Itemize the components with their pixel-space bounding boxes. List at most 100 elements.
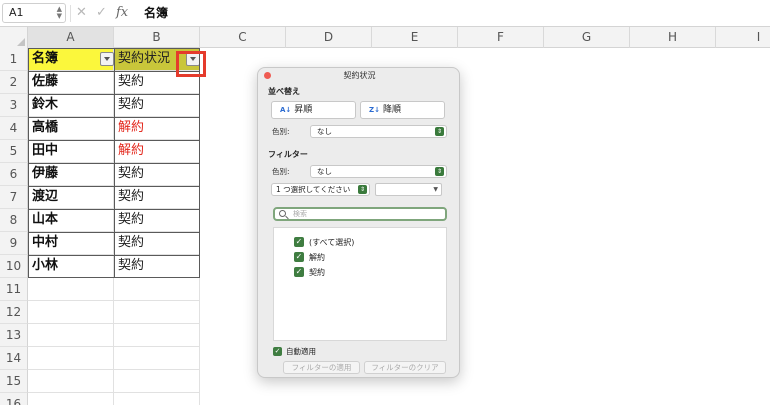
checkbox-checked-icon[interactable]: ✓ bbox=[294, 237, 304, 247]
table-divider bbox=[28, 140, 200, 141]
row-header[interactable]: 14 bbox=[0, 347, 28, 370]
cell-b[interactable]: 契約 bbox=[114, 163, 200, 186]
cell-b[interactable] bbox=[114, 393, 200, 405]
row-header[interactable]: 15 bbox=[0, 370, 28, 393]
column-header-d[interactable]: D bbox=[286, 27, 372, 48]
row-header[interactable]: 7 bbox=[0, 186, 28, 209]
formula-bar: A1 ▲ ▼ ✕ ✓ fx 名簿 bbox=[0, 0, 770, 27]
checkbox-checked-icon[interactable]: ✓ bbox=[294, 267, 304, 277]
row-header[interactable]: 2 bbox=[0, 71, 28, 94]
name-box[interactable]: A1 ▲ ▼ bbox=[2, 3, 66, 23]
cell-a[interactable] bbox=[28, 370, 114, 393]
checkbox-checked-icon[interactable]: ✓ bbox=[294, 252, 304, 262]
cancel-icon[interactable]: ✕ bbox=[76, 4, 87, 22]
checkbox-checked-icon[interactable]: ✓ bbox=[273, 347, 282, 356]
filter-dropdown-icon[interactable] bbox=[100, 52, 114, 66]
row-header[interactable]: 10 bbox=[0, 255, 28, 278]
row-header[interactable]: 6 bbox=[0, 163, 28, 186]
cell-a[interactable] bbox=[28, 278, 114, 301]
cell-a[interactable] bbox=[28, 301, 114, 324]
filter-color-value: なし bbox=[317, 167, 332, 176]
column-header-f[interactable]: F bbox=[458, 27, 544, 48]
select-all-corner[interactable] bbox=[0, 27, 28, 48]
filter-color-label: 色別: bbox=[272, 167, 290, 176]
row-header[interactable]: 5 bbox=[0, 140, 28, 163]
cell-a[interactable]: 鈴木 bbox=[28, 94, 114, 117]
column-header-a[interactable]: A bbox=[28, 27, 114, 48]
row-header[interactable]: 9 bbox=[0, 232, 28, 255]
search-input[interactable]: 検索 bbox=[273, 207, 447, 221]
function-icon[interactable]: fx bbox=[116, 4, 128, 22]
table-divider bbox=[28, 117, 200, 118]
dialog-title: 契約状況 bbox=[343, 71, 376, 80]
row-header[interactable]: 11 bbox=[0, 278, 28, 301]
column-header-h[interactable]: H bbox=[630, 27, 716, 48]
clear-filter-button[interactable]: フィルターのクリア bbox=[364, 361, 446, 374]
cell-a[interactable]: 中村 bbox=[28, 232, 114, 255]
sort-color-select[interactable]: なし ⇕ bbox=[310, 125, 447, 138]
cell-text: 契約状況 bbox=[118, 51, 171, 66]
cell-a[interactable] bbox=[28, 324, 114, 347]
cell-b[interactable]: 解約 bbox=[114, 140, 200, 163]
cell-b[interactable]: 契約 bbox=[114, 186, 200, 209]
list-item-label: (すべて選択) bbox=[309, 238, 355, 247]
row-header[interactable]: 16 bbox=[0, 393, 28, 405]
search-icon bbox=[279, 210, 286, 217]
name-box-value: A1 bbox=[9, 6, 24, 19]
sort-descending-button[interactable]: Z↓ 降順 bbox=[360, 101, 445, 119]
cell-a[interactable]: 田中 bbox=[28, 140, 114, 163]
row-header[interactable]: 1 bbox=[0, 48, 28, 71]
cell-a[interactable]: 高橋 bbox=[28, 117, 114, 140]
cell-a[interactable]: 佐藤 bbox=[28, 71, 114, 94]
table-divider bbox=[28, 209, 200, 210]
name-box-stepper-icon[interactable]: ▲ ▼ bbox=[57, 6, 62, 20]
cell-a[interactable]: 渡辺 bbox=[28, 186, 114, 209]
cell-b[interactable] bbox=[114, 347, 200, 370]
apply-filter-button[interactable]: フィルターの適用 bbox=[283, 361, 360, 374]
cell-a[interactable]: 小林 bbox=[28, 255, 114, 278]
row-header[interactable]: 12 bbox=[0, 301, 28, 324]
confirm-icon[interactable]: ✓ bbox=[96, 4, 107, 22]
sort-descending-icon: Z↓ bbox=[369, 106, 380, 114]
row-header[interactable]: 8 bbox=[0, 209, 28, 232]
column-header-g[interactable]: G bbox=[544, 27, 630, 48]
table-divider bbox=[28, 186, 200, 187]
cell-b[interactable]: 契約 bbox=[114, 209, 200, 232]
table-divider bbox=[28, 71, 200, 72]
cell-b[interactable]: 解約 bbox=[114, 117, 200, 140]
condition-select[interactable]: 1 つ選択してください ⇕ bbox=[271, 183, 370, 196]
sort-ascending-icon: A↓ bbox=[280, 106, 292, 114]
row-header[interactable]: 3 bbox=[0, 94, 28, 117]
column-header-b[interactable]: B bbox=[114, 27, 200, 48]
sort-descending-label: 降順 bbox=[382, 105, 401, 115]
row-header[interactable]: 4 bbox=[0, 117, 28, 140]
filter-section-title: フィルター bbox=[268, 150, 308, 159]
cell-b[interactable]: 契約 bbox=[114, 94, 200, 117]
sort-color-label: 色別: bbox=[272, 127, 290, 136]
chevron-updown-icon: ⇕ bbox=[435, 167, 444, 176]
cell-text: 名簿 bbox=[32, 51, 59, 66]
cell-b[interactable]: 契約 bbox=[114, 232, 200, 255]
sort-ascending-button[interactable]: A↓ 昇順 bbox=[271, 101, 356, 119]
list-item-label: 解約 bbox=[309, 253, 325, 262]
cell-a[interactable]: 山本 bbox=[28, 209, 114, 232]
cell-a[interactable] bbox=[28, 393, 114, 405]
cell-b[interactable]: 契約 bbox=[114, 255, 200, 278]
cell-a[interactable]: 伊藤 bbox=[28, 163, 114, 186]
column-header-e[interactable]: E bbox=[372, 27, 458, 48]
auto-apply-label: 自動適用 bbox=[286, 347, 316, 356]
column-header-i[interactable]: I bbox=[716, 27, 770, 48]
cell-b[interactable] bbox=[114, 278, 200, 301]
cell-b[interactable] bbox=[114, 370, 200, 393]
row-header[interactable]: 13 bbox=[0, 324, 28, 347]
table-row: 16 bbox=[0, 393, 770, 405]
cell-a[interactable] bbox=[28, 347, 114, 370]
cell-b[interactable] bbox=[114, 301, 200, 324]
column-header-c[interactable]: C bbox=[200, 27, 286, 48]
filter-dialog: 契約状況 並べ替え A↓ 昇順 Z↓ 降順 色別: なし ⇕ フィルター 色別: な… bbox=[257, 67, 460, 378]
cell-b[interactable] bbox=[114, 324, 200, 347]
condition-value-select[interactable]: ▼ bbox=[375, 183, 442, 196]
filter-color-select[interactable]: なし ⇕ bbox=[310, 165, 447, 178]
chevron-down-icon: ▼ bbox=[433, 186, 438, 193]
formula-input[interactable]: 名簿 bbox=[144, 4, 168, 22]
